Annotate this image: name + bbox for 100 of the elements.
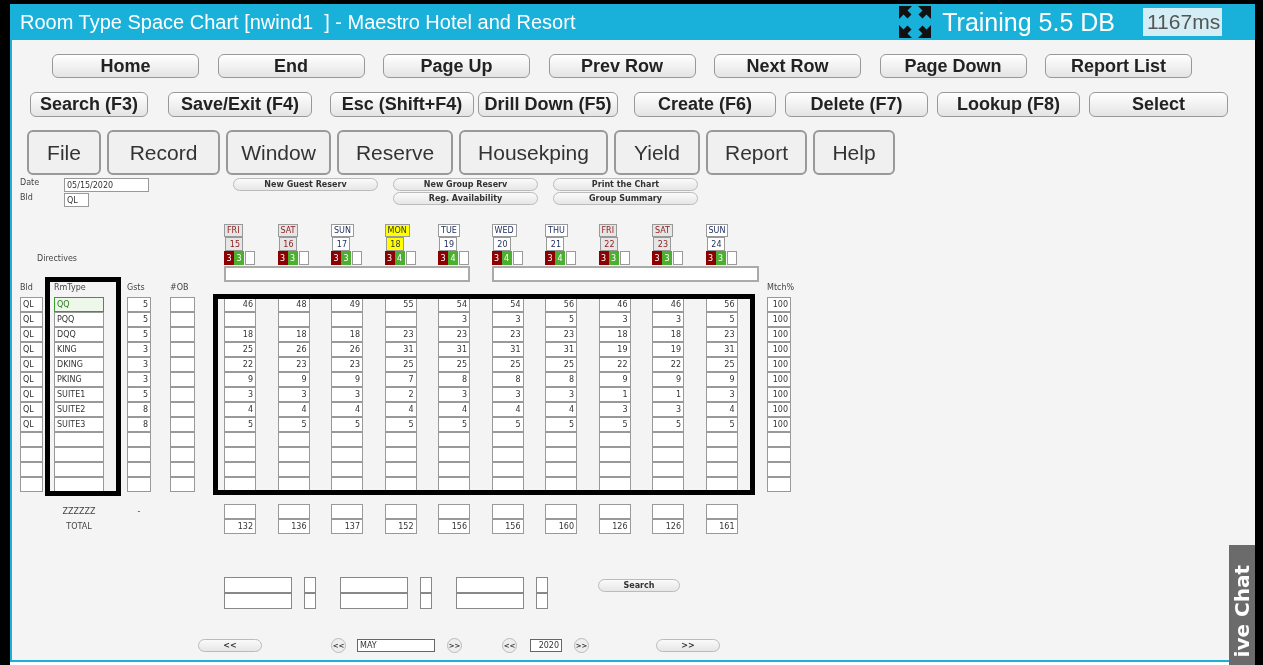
table-cell[interactable] [598, 504, 631, 519]
table-cell[interactable] [20, 447, 43, 462]
table-cell[interactable] [170, 342, 195, 357]
table-cell[interactable]: 3 [705, 387, 738, 402]
action-button[interactable]: Create (F6) [634, 92, 776, 117]
count-field[interactable] [459, 251, 469, 265]
quick-button[interactable]: New Guest Reserv [233, 178, 378, 191]
table-cell[interactable]: 4 [438, 402, 470, 417]
table-cell[interactable]: 3 [598, 312, 631, 327]
nav-button[interactable]: Home [52, 54, 199, 78]
table-cell[interactable]: 8 [127, 402, 151, 417]
table-cell[interactable]: 3 [438, 387, 470, 402]
previous-button[interactable]: << [198, 639, 262, 652]
table-cell[interactable]: QL [20, 387, 43, 402]
input-field[interactable] [304, 593, 316, 609]
table-cell[interactable] [170, 432, 195, 447]
expand-icon[interactable] [897, 4, 934, 40]
table-cell[interactable]: 18 [331, 327, 363, 342]
table-cell[interactable]: 100 [767, 297, 791, 312]
table-cell[interactable]: 5 [127, 387, 151, 402]
input-field[interactable] [304, 577, 316, 593]
quick-button[interactable]: Reg. Availability [393, 192, 538, 205]
table-cell[interactable] [384, 447, 417, 462]
table-cell[interactable] [331, 312, 363, 327]
table-cell[interactable]: 100 [767, 312, 791, 327]
input-field[interactable] [456, 593, 524, 609]
table-cell[interactable]: 4 [277, 402, 310, 417]
table-cell[interactable]: QL [20, 417, 43, 432]
action-button[interactable]: Search (F3) [30, 92, 148, 117]
table-cell[interactable]: 23 [384, 327, 417, 342]
table-cell[interactable]: 3 [491, 387, 524, 402]
table-cell[interactable]: QQ [54, 297, 104, 312]
table-cell[interactable]: 7 [384, 372, 417, 387]
table-cell[interactable] [170, 357, 195, 372]
table-cell[interactable]: 5 [545, 417, 577, 432]
table-cell[interactable]: 18 [277, 327, 310, 342]
table-cell[interactable] [170, 477, 195, 492]
year-field[interactable]: 2020 [530, 639, 562, 652]
table-cell[interactable] [545, 504, 577, 519]
nav-button[interactable]: Next Row [714, 54, 861, 78]
table-cell[interactable]: 100 [767, 417, 791, 432]
table-cell[interactable] [545, 432, 577, 447]
next-button[interactable]: >> [656, 639, 720, 652]
table-cell[interactable]: 5 [331, 417, 363, 432]
table-cell[interactable]: 23 [331, 357, 363, 372]
table-cell[interactable] [331, 504, 363, 519]
table-cell[interactable]: 25 [545, 357, 577, 372]
table-cell[interactable] [438, 447, 470, 462]
table-cell[interactable] [331, 432, 363, 447]
table-cell[interactable]: 9 [652, 372, 684, 387]
table-cell[interactable]: 100 [767, 357, 791, 372]
table-cell[interactable] [170, 462, 195, 477]
table-cell[interactable] [20, 432, 43, 447]
count-field[interactable] [673, 251, 683, 265]
table-cell[interactable]: 23 [491, 327, 524, 342]
table-cell[interactable]: 4 [491, 402, 524, 417]
nav-button[interactable]: Page Down [879, 54, 1027, 78]
quick-button[interactable]: New Group Reserv [393, 178, 538, 191]
menu-button[interactable]: Reserve [337, 130, 453, 175]
action-button[interactable]: Save/Exit (F4) [168, 92, 312, 117]
table-cell[interactable] [277, 504, 310, 519]
total-cell[interactable]: 161 [705, 519, 738, 534]
table-cell[interactable]: PQQ [54, 312, 104, 327]
table-cell[interactable]: 26 [331, 342, 363, 357]
date-field[interactable]: 05/15/2020 [64, 178, 149, 192]
table-cell[interactable]: 5 [127, 312, 151, 327]
table-cell[interactable]: 3 [127, 342, 151, 357]
menu-button[interactable]: Report [706, 130, 807, 175]
table-cell[interactable] [170, 372, 195, 387]
table-cell[interactable]: 18 [652, 327, 684, 342]
table-cell[interactable]: 3 [224, 387, 256, 402]
table-cell[interactable] [598, 462, 631, 477]
table-cell[interactable] [224, 312, 256, 327]
input-field[interactable] [536, 577, 548, 593]
table-cell[interactable]: 3 [598, 402, 631, 417]
table-cell[interactable]: 5 [127, 327, 151, 342]
table-cell[interactable] [384, 462, 417, 477]
table-cell[interactable] [170, 402, 195, 417]
table-cell[interactable] [20, 462, 43, 477]
table-cell[interactable] [384, 504, 417, 519]
table-cell[interactable]: 4 [224, 402, 256, 417]
table-cell[interactable]: 5 [705, 417, 738, 432]
table-cell[interactable]: SUITE3 [54, 417, 104, 432]
nav-button[interactable]: Page Up [383, 54, 530, 78]
table-cell[interactable] [331, 462, 363, 477]
table-cell[interactable] [127, 462, 151, 477]
table-cell[interactable] [54, 447, 104, 462]
table-cell[interactable] [767, 447, 791, 462]
bld-field[interactable]: QL [64, 193, 89, 207]
table-cell[interactable] [491, 462, 524, 477]
table-cell[interactable]: 5 [224, 417, 256, 432]
table-cell[interactable] [545, 447, 577, 462]
table-cell[interactable]: 25 [491, 357, 524, 372]
table-cell[interactable]: 5 [384, 417, 417, 432]
table-cell[interactable]: QL [20, 342, 43, 357]
table-cell[interactable] [331, 447, 363, 462]
table-cell[interactable]: 8 [545, 372, 577, 387]
table-cell[interactable] [277, 447, 310, 462]
table-cell[interactable] [767, 432, 791, 447]
table-cell[interactable]: 8 [491, 372, 524, 387]
